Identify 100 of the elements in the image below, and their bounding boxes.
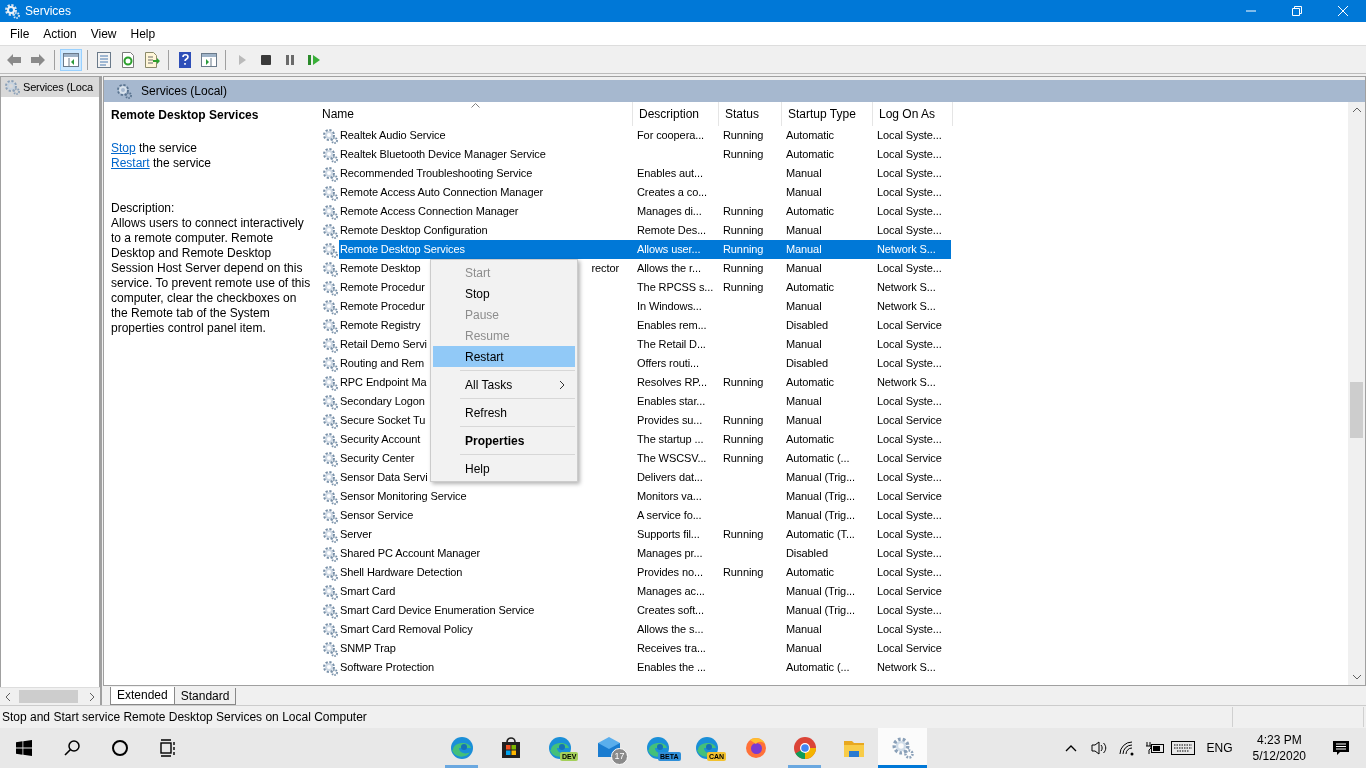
menu-item[interactable]: Restart bbox=[433, 346, 575, 367]
table-cell-text: Network S... bbox=[876, 280, 937, 295]
table-cell[interactable]: Sensor Service bbox=[339, 506, 631, 525]
scrollbar-thumb[interactable] bbox=[1350, 382, 1363, 439]
gear-icon bbox=[322, 602, 338, 619]
table-cell-text: Local Syste... bbox=[876, 337, 943, 352]
menu-item[interactable]: Stop bbox=[433, 283, 575, 304]
menu-item[interactable]: View bbox=[83, 26, 124, 41]
stop-link[interactable]: Stop bbox=[111, 141, 136, 155]
table-cell-text: Allows the r... bbox=[636, 261, 702, 276]
table-cell[interactable]: Sensor Monitoring Service bbox=[339, 487, 631, 506]
table-cell-text: Automatic (T... bbox=[785, 527, 856, 542]
circle-icon[interactable] bbox=[111, 739, 129, 757]
keyboard-icon[interactable] bbox=[1170, 741, 1195, 755]
console-tree-button[interactable] bbox=[60, 48, 82, 71]
table-cell-text: Local Syste... bbox=[876, 527, 943, 542]
table-cell[interactable]: Realtek Audio Service bbox=[339, 126, 631, 145]
table-cell[interactable]: Recommended Troubleshooting Service bbox=[339, 164, 631, 183]
volume-icon[interactable] bbox=[1089, 740, 1108, 756]
table-cell-text: Enables the ... bbox=[636, 660, 707, 675]
gear-icon bbox=[322, 165, 338, 182]
task-view-icon[interactable] bbox=[159, 739, 177, 757]
table-cell[interactable]: Server bbox=[339, 525, 631, 544]
table-cell[interactable]: Remote Desktop Configuration bbox=[339, 221, 631, 240]
table-cell-text: Manual bbox=[785, 413, 823, 428]
scrollbar-thumb[interactable] bbox=[19, 690, 78, 703]
table-cell-text: Local Syste... bbox=[876, 223, 943, 238]
table-cell[interactable]: Smart Card Removal Policy bbox=[339, 620, 631, 639]
table-cell-text: Manual bbox=[785, 166, 823, 181]
table-cell[interactable]: Realtek Bluetooth Device Manager Service bbox=[339, 145, 631, 164]
table-cell-text: Local Syste... bbox=[876, 394, 943, 409]
table-cell[interactable]: rector bbox=[591, 259, 631, 278]
table-cell-text: Running bbox=[722, 204, 765, 219]
restore-icon[interactable] bbox=[1292, 6, 1302, 16]
table-cell-text: Enables rem... bbox=[636, 318, 708, 333]
search-icon[interactable] bbox=[63, 739, 81, 757]
table-cell-text: Local Syste... bbox=[876, 261, 943, 276]
table-cell-text: Manual bbox=[785, 185, 823, 200]
battery-icon[interactable] bbox=[1144, 740, 1165, 756]
notifications-icon[interactable] bbox=[1332, 739, 1350, 757]
column-header[interactable]: Description bbox=[639, 107, 700, 121]
table-cell[interactable]: Shared PC Account Manager bbox=[339, 544, 631, 563]
table-cell-text: Enables star... bbox=[636, 394, 707, 409]
column-header[interactable]: Log On As bbox=[879, 107, 936, 121]
windows-logo-icon[interactable] bbox=[16, 740, 32, 756]
gear-icon bbox=[322, 127, 338, 144]
menu-item[interactable]: Properties bbox=[433, 430, 575, 451]
help-icon bbox=[176, 50, 194, 69]
gear-icon bbox=[322, 640, 338, 657]
table-cell-text: Network S... bbox=[876, 299, 937, 314]
table-cell-text: Manages pr... bbox=[636, 546, 704, 561]
gear-icon bbox=[322, 336, 338, 353]
table-cell[interactable]: Smart Card bbox=[339, 582, 631, 601]
table-cell-text: Manual (Trig... bbox=[785, 584, 856, 599]
table-cell-text: Manual (Trig... bbox=[785, 508, 856, 523]
menu-item[interactable]: Action bbox=[36, 26, 84, 41]
table-cell-text: Running bbox=[722, 413, 765, 428]
column-header[interactable]: Name bbox=[322, 107, 354, 121]
menu-item[interactable]: Help bbox=[123, 26, 163, 41]
table-cell-text: Automatic bbox=[785, 128, 835, 143]
menu-item[interactable]: Help bbox=[433, 458, 575, 479]
gear-icon bbox=[322, 564, 338, 581]
services-button[interactable] bbox=[878, 728, 927, 768]
table-cell-text: Local Syste... bbox=[876, 565, 943, 580]
tree-item[interactable]: Services (Loca bbox=[1, 77, 99, 97]
menu-item[interactable]: Refresh bbox=[433, 402, 575, 423]
table-cell[interactable]: Remote Access Auto Connection Manager bbox=[339, 183, 631, 202]
table-cell-text: Creates a co... bbox=[636, 185, 709, 200]
table-cell[interactable]: Remote Access Connection Manager bbox=[339, 202, 631, 221]
view-tab[interactable]: Extended bbox=[110, 687, 175, 705]
menu-item[interactable]: All Tasks bbox=[433, 374, 575, 395]
description-text: Allows users to connect interactively to a remote computer. Remote Desktop and Remote Desktop Session Host Server depend on this service. To prevent remote use of this computer, clear the checkboxes on the Remote tab of the System properties control panel item. bbox=[111, 216, 311, 336]
export-icon bbox=[143, 50, 161, 69]
table-cell-text: Running bbox=[722, 451, 765, 466]
menu-item[interactable]: File bbox=[3, 26, 37, 41]
table-cell[interactable]: Shell Hardware Detection bbox=[339, 563, 631, 582]
wifi-icon[interactable] bbox=[1117, 740, 1136, 756]
table-cell-text: Manual bbox=[785, 299, 823, 314]
chevron-up-icon[interactable] bbox=[1064, 744, 1077, 752]
gear-icon bbox=[322, 184, 338, 201]
table-cell-text: Manual bbox=[785, 622, 823, 637]
view-tab[interactable]: Standard bbox=[173, 688, 237, 705]
table-cell[interactable]: Remote Desktop Services bbox=[339, 240, 631, 259]
table-cell[interactable]: Smart Card Device Enumeration Service bbox=[339, 601, 631, 620]
close-icon[interactable] bbox=[1338, 6, 1348, 16]
restart-link[interactable]: Restart bbox=[111, 156, 150, 170]
table-cell-text: Running bbox=[722, 432, 765, 447]
language-indicator[interactable]: ENG bbox=[1196, 741, 1243, 755]
clock-date[interactable]: 5/12/2020 bbox=[1252, 748, 1306, 764]
table-cell-text: Disabled bbox=[785, 318, 829, 333]
table-cell-text: Automatic (... bbox=[785, 660, 851, 675]
table-cell-text: The WSCSV... bbox=[636, 451, 708, 466]
clock-time[interactable]: 4:23 PM bbox=[1256, 732, 1302, 748]
table-cell-text: Running bbox=[722, 223, 765, 238]
column-header[interactable]: Startup Type bbox=[788, 107, 856, 121]
column-header[interactable]: Status bbox=[725, 107, 760, 121]
table-cell[interactable]: SNMP Trap bbox=[339, 639, 631, 658]
table-cell-text: Manual bbox=[785, 394, 823, 409]
table-cell-text: Supports fil... bbox=[636, 527, 701, 542]
table-cell[interactable]: Software Protection bbox=[339, 658, 631, 677]
